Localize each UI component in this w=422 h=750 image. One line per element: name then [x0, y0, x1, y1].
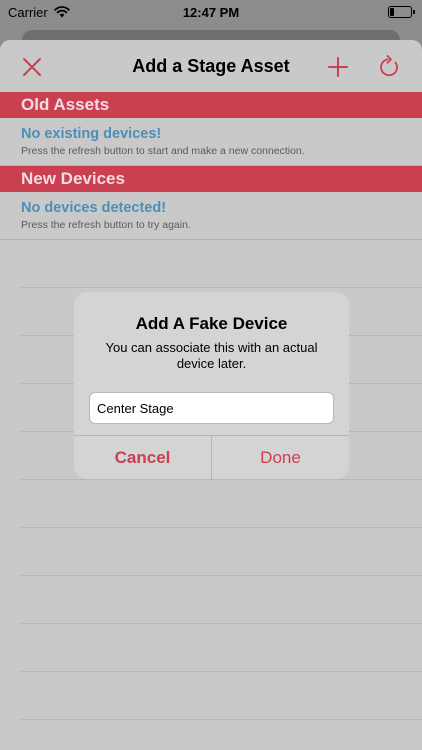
close-icon[interactable] [20, 55, 44, 79]
empty-row [21, 576, 422, 624]
refresh-icon[interactable] [378, 55, 402, 79]
done-button[interactable]: Done [212, 436, 349, 479]
device-name-input[interactable] [89, 392, 334, 424]
empty-row [21, 624, 422, 672]
empty-row [21, 480, 422, 528]
empty-row [21, 240, 422, 288]
empty-row [21, 672, 422, 720]
battery-fill [390, 8, 394, 16]
nav-bar: Add a Stage Asset [0, 40, 422, 92]
wifi-icon [54, 6, 70, 18]
add-fake-device-alert: Add A Fake Device You can associate this… [74, 292, 349, 479]
section-header-old-assets: Old Assets [0, 92, 422, 118]
page-title: Add a Stage Asset [132, 55, 290, 76]
new-devices-empty-row: No devices detected! Press the refresh b… [0, 192, 422, 240]
plus-icon[interactable] [326, 55, 350, 79]
empty-row [21, 528, 422, 576]
alert-title: Add A Fake Device [135, 314, 288, 333]
old-assets-empty-subtitle: Press the refresh button to start and ma… [21, 145, 305, 157]
cancel-button[interactable]: Cancel [74, 436, 212, 479]
carrier-label: Carrier [8, 4, 48, 20]
alert-actions: Cancel Done [74, 435, 349, 479]
status-bar: Carrier 12:47 PM [0, 0, 422, 24]
new-devices-empty-title: No devices detected! [21, 200, 167, 216]
alert-message: You can associate this with an actual de… [105, 340, 318, 371]
section-header-new-devices: New Devices [0, 166, 422, 192]
status-left: Carrier [8, 5, 70, 20]
old-assets-empty-title: No existing devices! [21, 126, 162, 142]
battery-icon [388, 6, 415, 18]
old-assets-empty-row: No existing devices! Press the refresh b… [0, 118, 422, 166]
new-devices-empty-subtitle: Press the refresh button to try again. [21, 219, 191, 231]
